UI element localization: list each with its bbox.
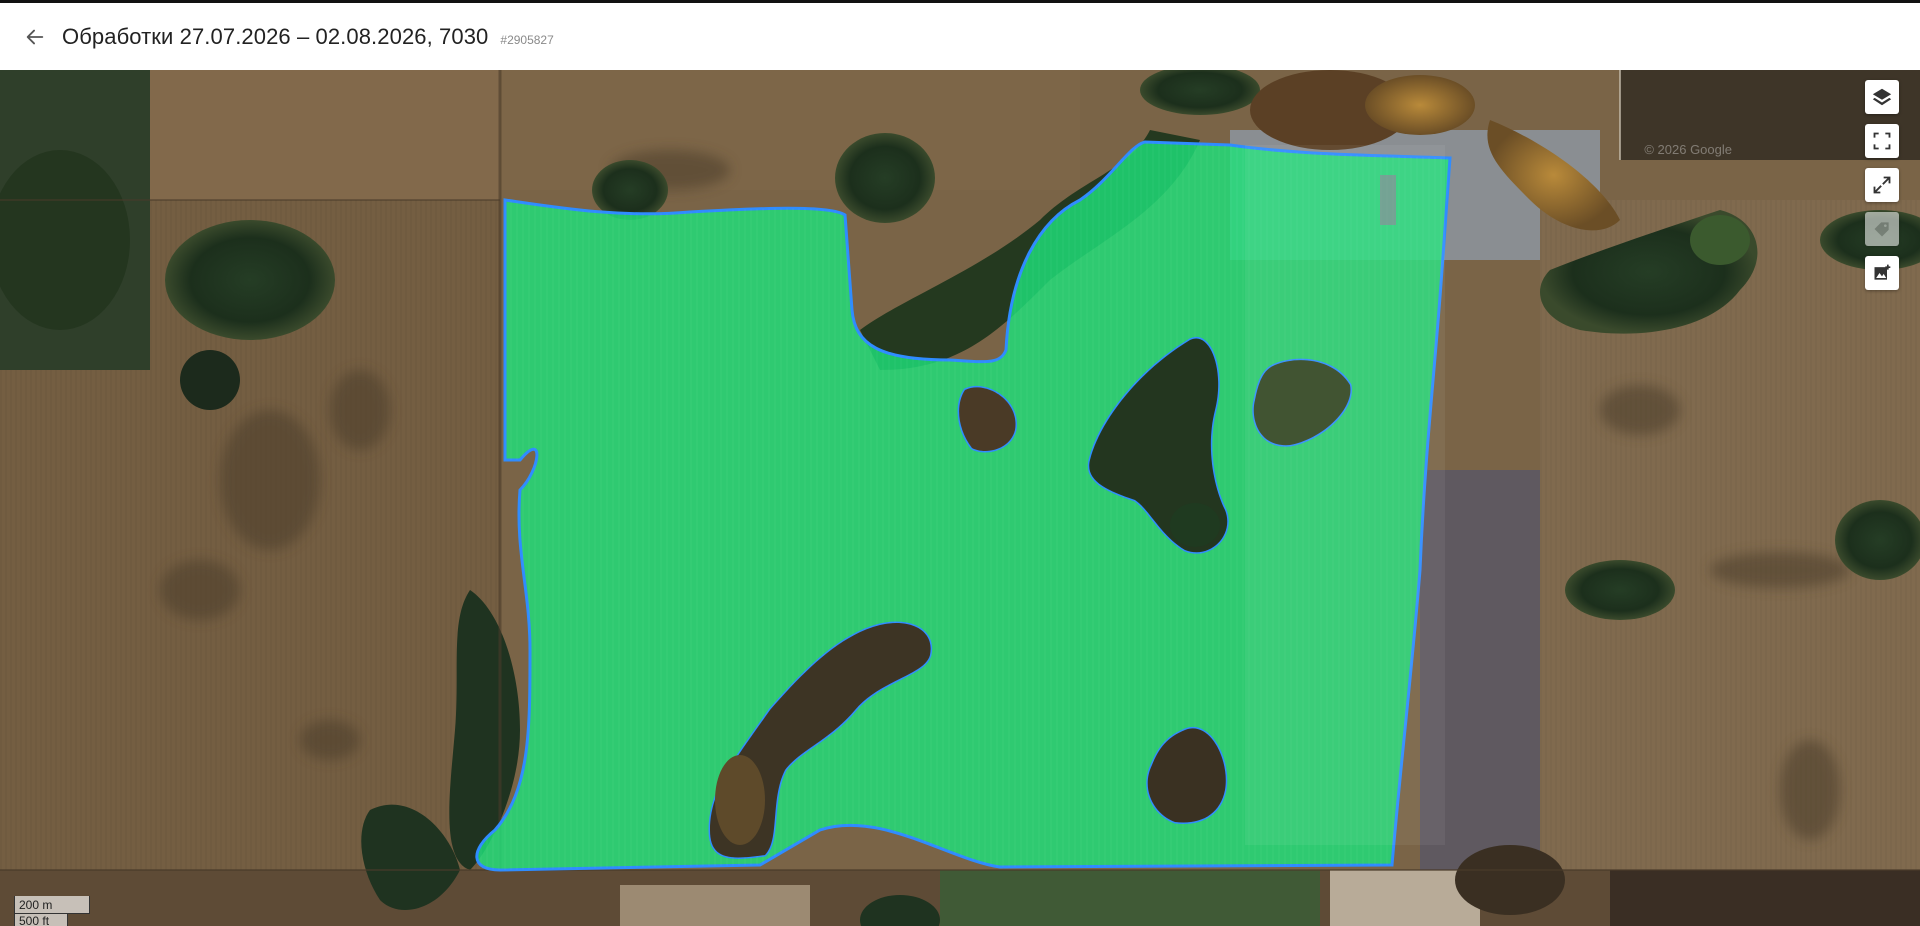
arrow-left-icon bbox=[26, 29, 44, 44]
back-button[interactable] bbox=[20, 22, 50, 52]
scale-metric: 200 m bbox=[14, 896, 90, 914]
page-title: Обработки 27.07.2026 – 02.08.2026, 7030 bbox=[62, 23, 489, 49]
fit-bounds-icon bbox=[1873, 132, 1891, 150]
map-controls bbox=[1865, 80, 1899, 290]
map-attribution: © 2026 Google bbox=[1644, 142, 1732, 157]
labels-button[interactable] bbox=[1865, 212, 1899, 246]
add-image-icon bbox=[1874, 264, 1891, 280]
satellite-imagery bbox=[0, 70, 1920, 926]
fit-bounds-button[interactable] bbox=[1865, 124, 1899, 158]
expand-icon bbox=[1873, 176, 1891, 194]
layers-icon bbox=[1872, 88, 1892, 106]
add-image-button[interactable] bbox=[1865, 256, 1899, 290]
scale-imperial: 500 ft bbox=[14, 914, 68, 926]
record-id: #2905827 bbox=[500, 32, 554, 47]
fullscreen-button[interactable] bbox=[1865, 168, 1899, 202]
scale-bar: 200 m 500 ft bbox=[14, 896, 90, 926]
tag-icon bbox=[1874, 222, 1889, 237]
layers-button[interactable] bbox=[1865, 80, 1899, 114]
header-bar: Обработки 27.07.2026 – 02.08.2026, 7030 … bbox=[0, 0, 1920, 70]
satellite-map[interactable]: © 2026 Google 200 m 500 ft bbox=[0, 70, 1920, 926]
